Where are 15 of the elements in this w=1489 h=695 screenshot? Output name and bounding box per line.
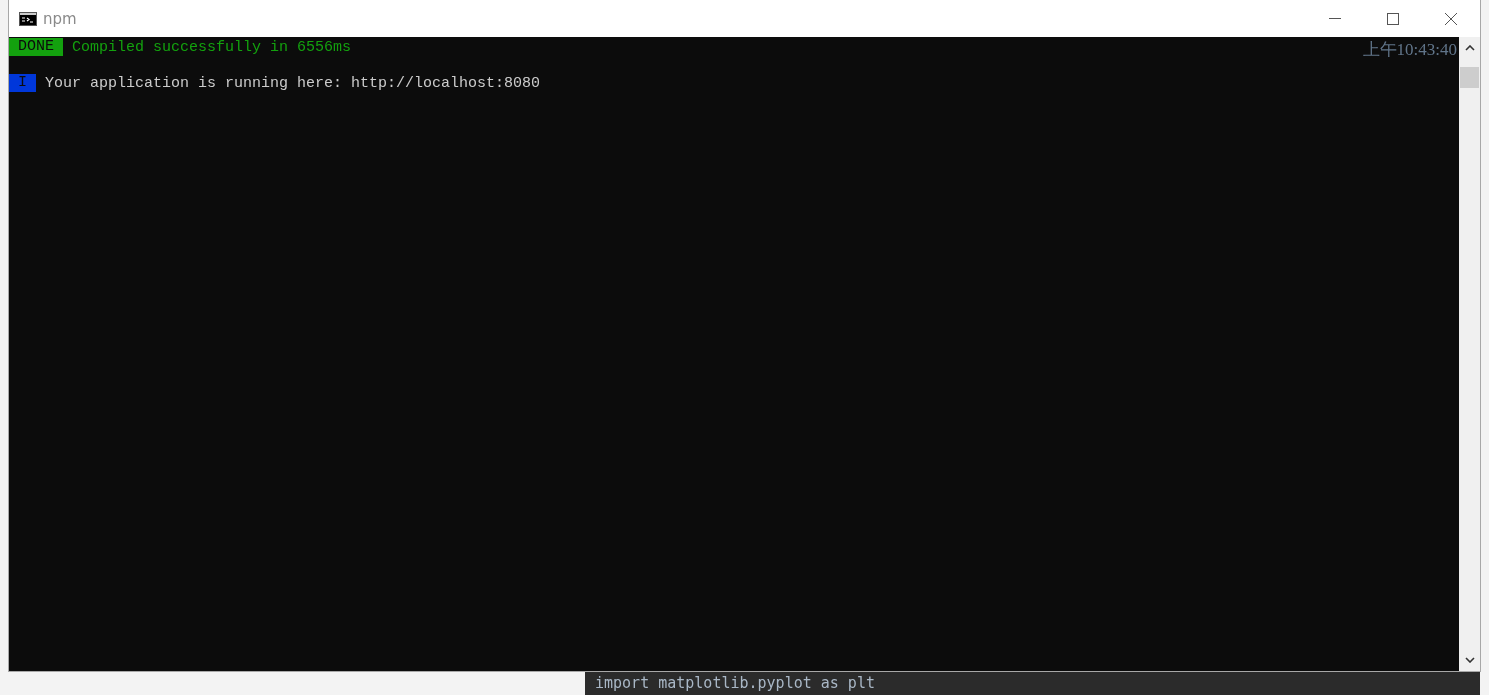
close-icon xyxy=(1445,12,1457,25)
scroll-up-icon[interactable] xyxy=(1464,45,1475,51)
timestamp: 上午10:43:40 xyxy=(1362,39,1457,61)
minimize-icon xyxy=(1329,18,1341,19)
log-message: Your application is running here: http://localhost:8080 xyxy=(45,74,541,92)
scrollbar[interactable] xyxy=(1459,37,1480,671)
status-badge: I xyxy=(9,74,36,92)
status-badge: DONE xyxy=(9,38,63,56)
log-message: Compiled successfully in 6556ms xyxy=(72,38,352,56)
maximize-icon xyxy=(1387,12,1399,25)
scroll-thumb[interactable] xyxy=(1460,67,1479,88)
scroll-down-icon[interactable] xyxy=(1464,657,1475,663)
window-title: npm xyxy=(43,9,77,28)
code-line: import matplotlib.pyplot as plt xyxy=(595,674,875,692)
terminal-icon xyxy=(19,11,37,26)
